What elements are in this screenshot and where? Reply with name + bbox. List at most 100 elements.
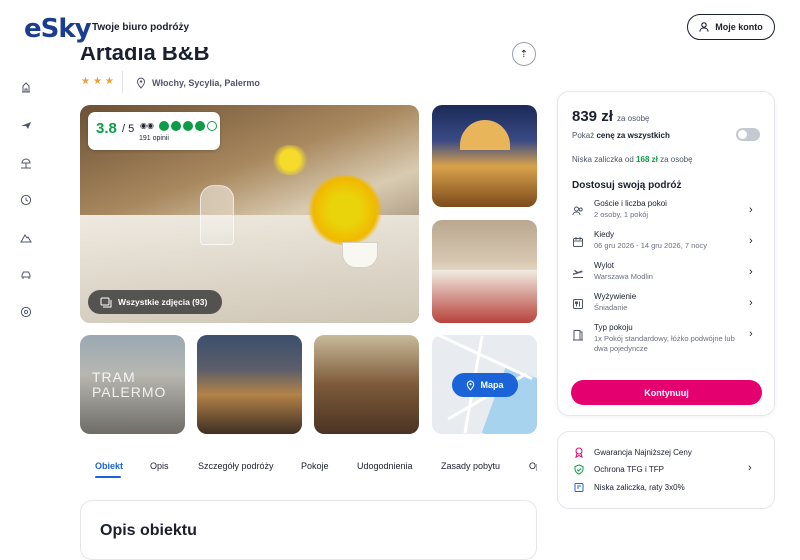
plane-icon <box>21 122 31 129</box>
chevron-right-icon: › <box>749 297 753 309</box>
photo-theatre[interactable] <box>432 105 537 207</box>
tab-rules[interactable]: Zasady pobytu <box>441 461 500 471</box>
customize-title: Dostosuj swoją podróż <box>572 180 682 191</box>
photo-lobby[interactable] <box>314 335 419 434</box>
all-photos-label: Wszystkie zdjęcia (93) <box>118 297 208 307</box>
gallery-icon <box>100 297 112 307</box>
guarantee-label: Gwarancja Najniższej Ceny <box>594 448 692 457</box>
pin-icon <box>136 77 146 89</box>
tab-object[interactable]: Obiekt <box>95 461 123 471</box>
continue-button[interactable]: Kontynuuj <box>571 380 762 405</box>
photo-street[interactable] <box>197 335 302 434</box>
hotel-name: Artadia B&B <box>80 40 210 65</box>
row-title: Wylot <box>594 261 614 270</box>
guests-row[interactable]: Goście i liczba pokoi 2 osoby, 1 pokój › <box>565 199 765 227</box>
sidebar-item-cars[interactable] <box>18 267 34 283</box>
rating-dot <box>171 121 181 131</box>
rating-badge: 3.8 / 5 ◉◉ 191 opinii <box>88 112 220 150</box>
hotel-stars: ★★★ <box>81 76 117 87</box>
sidebar-item-flights[interactable] <box>18 117 34 133</box>
map-button[interactable]: Mapa <box>452 373 518 397</box>
esky-logo[interactable]: eSky <box>24 14 92 44</box>
chevron-right-icon[interactable]: › <box>748 462 752 474</box>
price-for-all-toggle[interactable] <box>736 128 760 141</box>
tab-description[interactable]: Opis <box>150 461 169 471</box>
rating-score: 3.8 <box>96 120 117 137</box>
sidebar-item-hotels[interactable] <box>18 79 34 95</box>
chevron-right-icon: › <box>749 328 753 340</box>
tab-more[interactable]: Op <box>529 461 537 471</box>
tagline: Twoje biuro podróży <box>92 22 190 33</box>
badge-icon <box>575 447 583 458</box>
row-title: Typ pokoju <box>594 323 633 332</box>
active-tab-indicator <box>95 476 121 478</box>
guarantee-label: Ochrona TFG i TFP <box>594 465 664 474</box>
photo-tram[interactable]: TRAM PALERMO <box>80 335 185 434</box>
price-toggle-label: Pokaż cenę za wszystkich <box>572 131 670 140</box>
my-account-button[interactable]: Moje konto <box>687 14 775 40</box>
clock-icon <box>20 194 32 206</box>
price-suffix: za osobę <box>617 114 650 123</box>
departure-icon <box>573 270 583 278</box>
row-value: 06 gru 2026 - 14 gru 2026, 7 nocy <box>594 241 707 250</box>
guarantee-item: Gwarancja Najniższej Ceny <box>574 447 692 458</box>
row-title: Wyżywienie <box>594 292 637 301</box>
meal-row[interactable]: Wyżywienie Śniadanie › <box>565 292 765 320</box>
pin-icon <box>467 380 475 391</box>
tab-trip-details[interactable]: Szczegóły podróży <box>198 461 274 471</box>
car-icon <box>21 271 31 279</box>
row-value: 2 osoby, 1 pokój <box>594 210 649 219</box>
map-label: Mapa <box>480 380 504 390</box>
rating-dot <box>183 121 193 131</box>
card-icon <box>574 483 584 492</box>
tab-rooms[interactable]: Pokoje <box>301 461 329 471</box>
divider <box>122 71 123 93</box>
sidebar-item-holidays[interactable] <box>18 155 34 171</box>
location-label: Włochy, Sycylia, Palermo <box>152 78 260 88</box>
chevron-right-icon: › <box>749 204 753 216</box>
tab-amenities[interactable]: Udogodnienia <box>357 461 413 471</box>
guests-icon <box>572 206 583 216</box>
departure-row[interactable]: Wylot Warszawa Modlin › <box>565 261 765 289</box>
meal-icon <box>573 299 583 309</box>
rating-dot <box>195 121 205 131</box>
photo-caption: TRAM PALERMO <box>92 369 167 400</box>
row-value: Śniadanie <box>594 303 628 312</box>
price: 839 zł <box>572 108 613 125</box>
hotel-icon <box>22 82 30 93</box>
calendar-icon <box>573 237 583 247</box>
tripadvisor-icon: ◉◉ <box>140 121 154 130</box>
room-type-row[interactable]: Typ pokoju 1x Pokój standardowy, łóżko p… <box>565 323 765 359</box>
mountain-icon <box>20 234 32 243</box>
dates-row[interactable]: Kiedy 06 gru 2026 - 14 gru 2026, 7 nocy … <box>565 230 765 258</box>
share-button[interactable]: ⇡ <box>512 42 536 66</box>
chevron-right-icon: › <box>749 266 753 278</box>
tab-bar: Obiekt Opis Szczegóły podróży Pokoje Udo… <box>80 461 537 483</box>
sidebar-item-trips[interactable] <box>18 229 34 245</box>
room-icon <box>573 330 583 341</box>
all-photos-button[interactable]: Wszystkie zdjęcia (93) <box>88 290 222 314</box>
guarantee-item: Niska zaliczka, raty 3x0% <box>574 482 685 493</box>
chevron-right-icon: › <box>749 235 753 247</box>
beach-icon <box>21 158 31 169</box>
settings-icon <box>20 306 32 318</box>
my-account-label: Moje konto <box>715 22 763 32</box>
row-title: Kiedy <box>594 230 615 239</box>
row-title: Goście i liczba pokoi <box>594 199 667 208</box>
guarantee-item[interactable]: Ochrona TFG i TFP <box>574 464 664 475</box>
hotel-location[interactable]: Włochy, Sycylia, Palermo <box>136 77 260 89</box>
user-icon <box>699 22 709 32</box>
share-icon: ⇡ <box>519 48 529 60</box>
review-count: 191 opinii <box>139 135 169 142</box>
shield-icon <box>574 464 584 475</box>
row-value: 1x Pokój standardowy, łóżko podwójne lub… <box>594 334 735 353</box>
rating-scale: / 5 <box>122 123 135 135</box>
row-value: Warszawa Modlin <box>594 272 653 281</box>
sidebar-item-lastminute[interactable] <box>18 192 34 208</box>
sidebar-item-more[interactable] <box>18 304 34 320</box>
deposit-info: Niska zaliczka od 168 zł za osobę <box>572 155 693 164</box>
photo-bedroom[interactable] <box>432 220 537 323</box>
rating-dot <box>159 121 169 131</box>
rating-dot <box>207 121 217 131</box>
guarantee-label: Niska zaliczka, raty 3x0% <box>594 483 685 492</box>
